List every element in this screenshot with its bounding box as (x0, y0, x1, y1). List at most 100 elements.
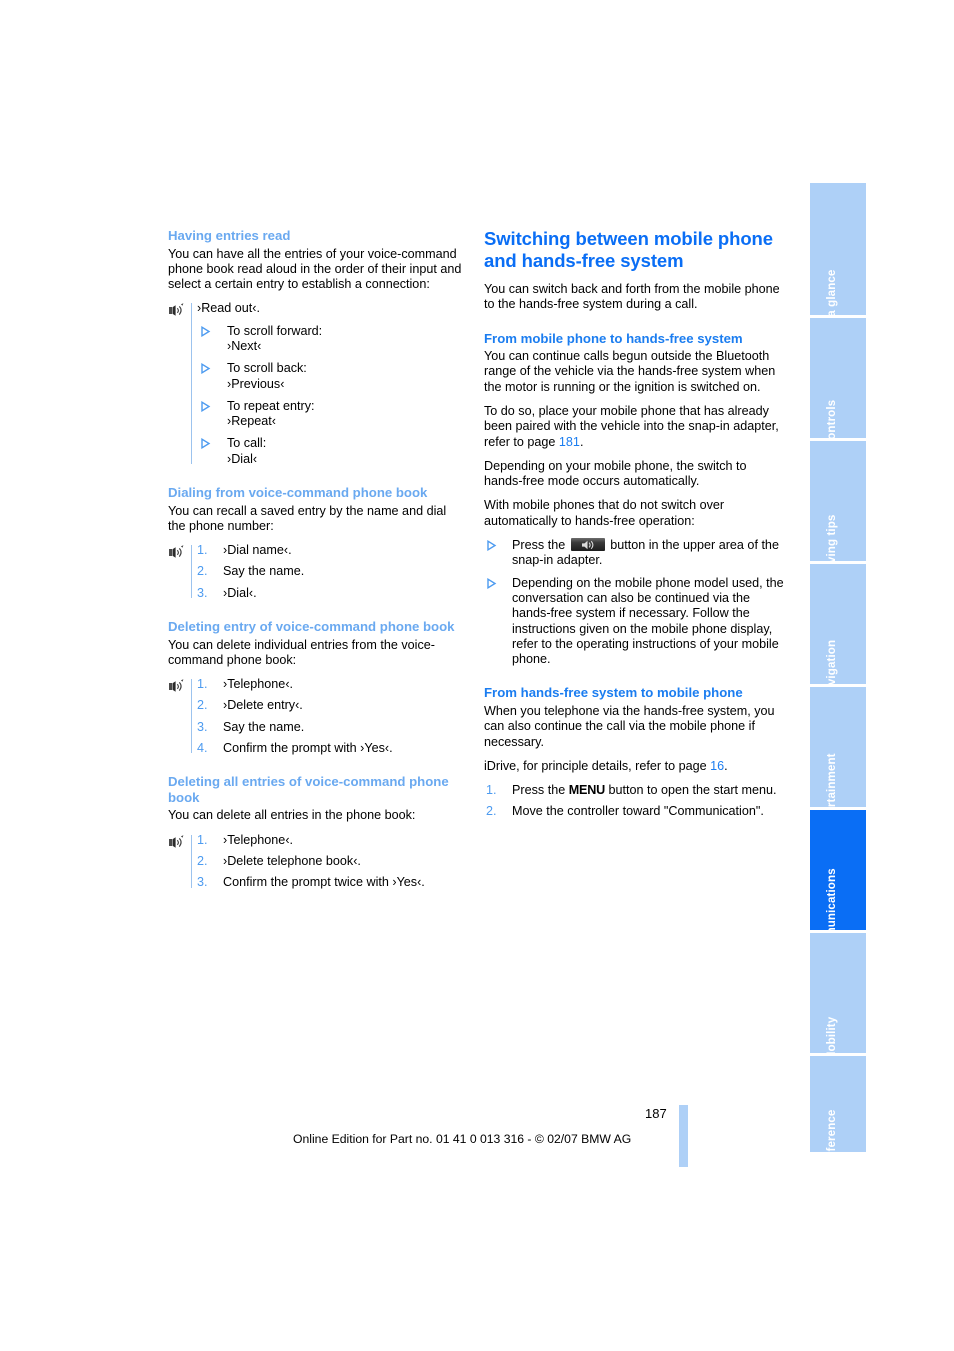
sidebar-tab-entertainment[interactable]: Entertainment (810, 687, 866, 833)
step-number: 1. (197, 677, 208, 692)
triangle-bullet-icon (200, 400, 211, 412)
voice-command-block-read-out: ›Read out‹. To scroll forward: ›Next‹ To… (168, 301, 462, 467)
list-item: To scroll back: ›Previous‹ (197, 361, 462, 392)
list-item: 1. ›Dial name‹. (194, 543, 462, 558)
list-item: 3. Say the name. (194, 720, 462, 735)
list-item-label: To call: (227, 436, 267, 451)
heading-dialing-from-voice-command-phone-book: Dialing from voice-command phone book (168, 485, 428, 501)
list-item-command: ›Dial‹ (227, 451, 258, 466)
list-read-out-options: To scroll forward: ›Next‹ To scroll back… (194, 324, 462, 467)
step-number: 2. (197, 698, 208, 713)
sidebar-tab-driving-tips[interactable]: Driving tips (810, 441, 866, 579)
list-item: Depending on the mobile phone model used… (484, 576, 784, 668)
list-item: To repeat entry: ›Repeat‹ (197, 399, 462, 430)
voice-command-rule (191, 834, 192, 888)
list-item: 2. Say the name. (194, 564, 462, 579)
footer-accent-bar (679, 1105, 688, 1167)
paragraph-deleting-all-intro: You can delete all entries in the phone … (168, 808, 416, 823)
paragraph-deleting-entry-intro: You can delete individual entries from t… (168, 637, 435, 667)
list-item: 1. ›Telephone‹. (194, 677, 462, 692)
sidebar-tab-label: Mobility (825, 1016, 838, 1062)
list-item: 1. Press the MENU button to open the sta… (484, 783, 784, 798)
page-title: Switching between mobile phone and hands… (484, 228, 773, 271)
triangle-bullet-icon (200, 363, 211, 375)
page-reference-link[interactable]: 16 (710, 759, 724, 773)
triangle-bullet-icon (200, 325, 211, 337)
sidebar-tab-controls[interactable]: Controls (810, 318, 866, 448)
speaker-button-icon[interactable] (570, 538, 605, 552)
sidebar-tab-label: Reference (825, 1109, 838, 1167)
step-number: 2. (486, 804, 497, 819)
list-item-text: Depending on the mobile phone model used… (512, 575, 784, 667)
list-deleting-all-steps: 1. ›Telephone‹. 2. ›Delete telephone boo… (194, 833, 462, 891)
list-dialing-steps: 1. ›Dial name‹. 2. Say the name. 3. ›Dia… (194, 543, 462, 601)
paragraph-text: To do so, place your mobile phone that h… (484, 403, 779, 449)
list-item-label: To scroll forward: (227, 323, 323, 338)
sidebar-tab-mobility[interactable]: Mobility (810, 933, 866, 1061)
list-item: 3. Confirm the prompt twice with ›Yes‹. (194, 875, 462, 890)
step-text: Say the name. (223, 719, 305, 734)
step-number: 3. (197, 585, 208, 600)
paragraph-dialing-intro: You can recall a saved entry by the name… (168, 503, 447, 533)
step-text: ›Delete entry‹. (223, 698, 303, 713)
voice-command-block-deleting-entry: 1. ›Telephone‹. 2. ›Delete entry‹. 3. Sa… (168, 677, 462, 756)
step-number: 1. (197, 543, 208, 558)
list-item-text-pre: Press the (512, 538, 569, 553)
list-deleting-entry-steps: 1. ›Telephone‹. 2. ›Delete entry‹. 3. Sa… (194, 677, 462, 756)
paragraph-having-entries-read-intro: You can have all the entries of your voi… (168, 246, 462, 292)
footer-text: Online Edition for Part no. 01 41 0 013 … (293, 1132, 632, 1146)
list-item-label: To repeat entry: (227, 398, 315, 413)
list-item: To call: ›Dial‹ (197, 436, 462, 467)
list-item: 3. ›Dial‹. (194, 586, 462, 601)
step-number: 2. (197, 853, 208, 868)
voice-command-rule (191, 545, 192, 599)
list-manual-switch-options: Press the button in the upper area of th… (484, 538, 784, 667)
sidebar-tab-at-a-glance[interactable]: At a glance (810, 183, 866, 332)
left-column: Having entries read You can have all the… (168, 228, 462, 891)
heading-deleting-all-entries-of-voice-command-phone-book: Deleting all entries of voice-command ph… (168, 774, 449, 805)
paragraph-idrive-reference: iDrive, for principle details, refer to … (484, 759, 784, 774)
step-number: 2. (197, 564, 208, 579)
paragraph-continue-calls: You can continue calls begun outside the… (484, 349, 776, 394)
step-text: Move the controller toward "Communicatio… (512, 804, 764, 819)
paragraph-text-end: . (724, 758, 728, 773)
sidebar-tab-reference[interactable]: Reference (810, 1056, 866, 1166)
step-number: 4. (197, 741, 208, 756)
list-item: Press the button in the upper area of th… (484, 538, 784, 569)
paragraph-text-end: . (579, 434, 584, 449)
heading-from-hands-free-system-to-mobile-phone: From hands-free system to mobile phone (484, 685, 743, 701)
voice-command-icon (168, 303, 185, 318)
manual-page: Having entries read You can have all the… (0, 0, 954, 1351)
page-reference-link[interactable]: 181 (559, 435, 580, 449)
step-text-pre: Press the (512, 783, 569, 798)
paragraph-automatic-switch: Depending on your mobile phone, the swit… (484, 458, 747, 489)
voice-command-rule (191, 679, 192, 754)
step-text: ›Dial‹. (223, 585, 257, 600)
triangle-bullet-icon (486, 540, 497, 552)
list-item-command: ›Previous‹ (227, 376, 285, 391)
triangle-bullet-icon (200, 438, 211, 450)
chapter-tab-sidebar: At a glance Controls Driving tips Naviga… (810, 183, 866, 1166)
paragraph-no-automatic-switch: With mobile phones that do not switch ov… (484, 498, 725, 528)
list-item: To scroll forward: ›Next‹ (197, 324, 462, 355)
voice-command-block-dialing: 1. ›Dial name‹. 2. Say the name. 3. ›Dia… (168, 543, 462, 601)
step-number: 3. (197, 875, 208, 890)
heading-having-entries-read: Having entries read (168, 228, 291, 243)
voice-command-icon (168, 679, 185, 694)
paragraph-snap-in-adapter: To do so, place your mobile phone that h… (484, 404, 784, 450)
list-item: 2. ›Delete entry‹. (194, 698, 462, 713)
voice-command-icon (168, 834, 185, 850)
step-text: ›Dial name‹. (223, 543, 292, 558)
paragraph-continue-via-mobile: When you telephone via the hands-free sy… (484, 703, 775, 749)
sidebar-tab-communications[interactable]: Communications (810, 810, 866, 964)
heading-deleting-entry-of-voice-command-phone-book: Deleting entry of voice-command phone bo… (168, 619, 455, 635)
menu-button-label[interactable]: MENU (569, 783, 605, 797)
list-item: 4. Confirm the prompt with ›Yes‹. (194, 741, 462, 756)
voice-command-block-deleting-all: 1. ›Telephone‹. 2. ›Delete telephone boo… (168, 833, 462, 891)
voice-command-icon (168, 545, 185, 560)
list-item: 2. Move the controller toward "Communica… (484, 804, 784, 819)
sidebar-tab-navigation[interactable]: Navigation (810, 564, 866, 700)
step-number: 1. (486, 783, 497, 798)
right-column: Switching between mobile phone and hands… (484, 228, 784, 820)
step-text: ›Delete telephone book‹. (223, 853, 361, 868)
